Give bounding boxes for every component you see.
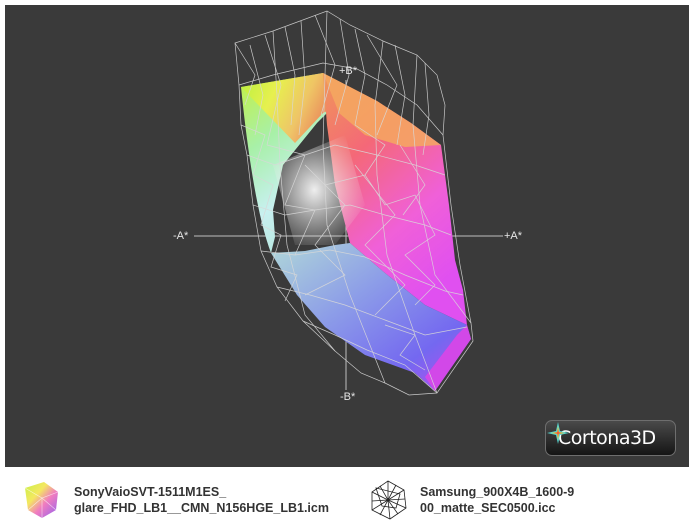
wireframe-gamut-icon — [371, 480, 407, 520]
cortona3d-brand-label: Cortona3D — [558, 427, 656, 449]
legend-sony-line2: glare_FHD_LB1__CMN_N156HGE_LB1.icm — [74, 501, 329, 515]
axis-label-plus-b: +B* — [339, 65, 358, 77]
axis-label-minus-b: -B* — [340, 391, 356, 403]
axis-label-minus-a: -A* — [173, 230, 189, 242]
color-gamut-solid-icon — [24, 482, 59, 518]
axis-label-plus-a: +A* — [504, 230, 523, 242]
legend-samsung-line2: 00_matte_SEC0500.icc — [420, 501, 556, 515]
legend-sony-line1: SonyVaioSVT-1511M1ES_ — [74, 485, 227, 499]
legend-samsung-line1: Samsung_900X4B_1600-9 — [420, 485, 575, 499]
gamut-legend: SonyVaioSVT-1511M1ES_ glare_FHD_LB1__CMN… — [0, 468, 694, 529]
legend-item-sony: SonyVaioSVT-1511M1ES_ glare_FHD_LB1__CMN… — [74, 484, 329, 516]
3d-viewport[interactable]: +B* -B* -A* +A* Cortona3D — [5, 5, 689, 467]
cortona-star-icon — [547, 422, 569, 444]
legend-item-samsung: Samsung_900X4B_1600-9 00_matte_SEC0500.i… — [420, 484, 574, 516]
cortona3d-brand-button[interactable]: Cortona3D — [545, 420, 676, 456]
